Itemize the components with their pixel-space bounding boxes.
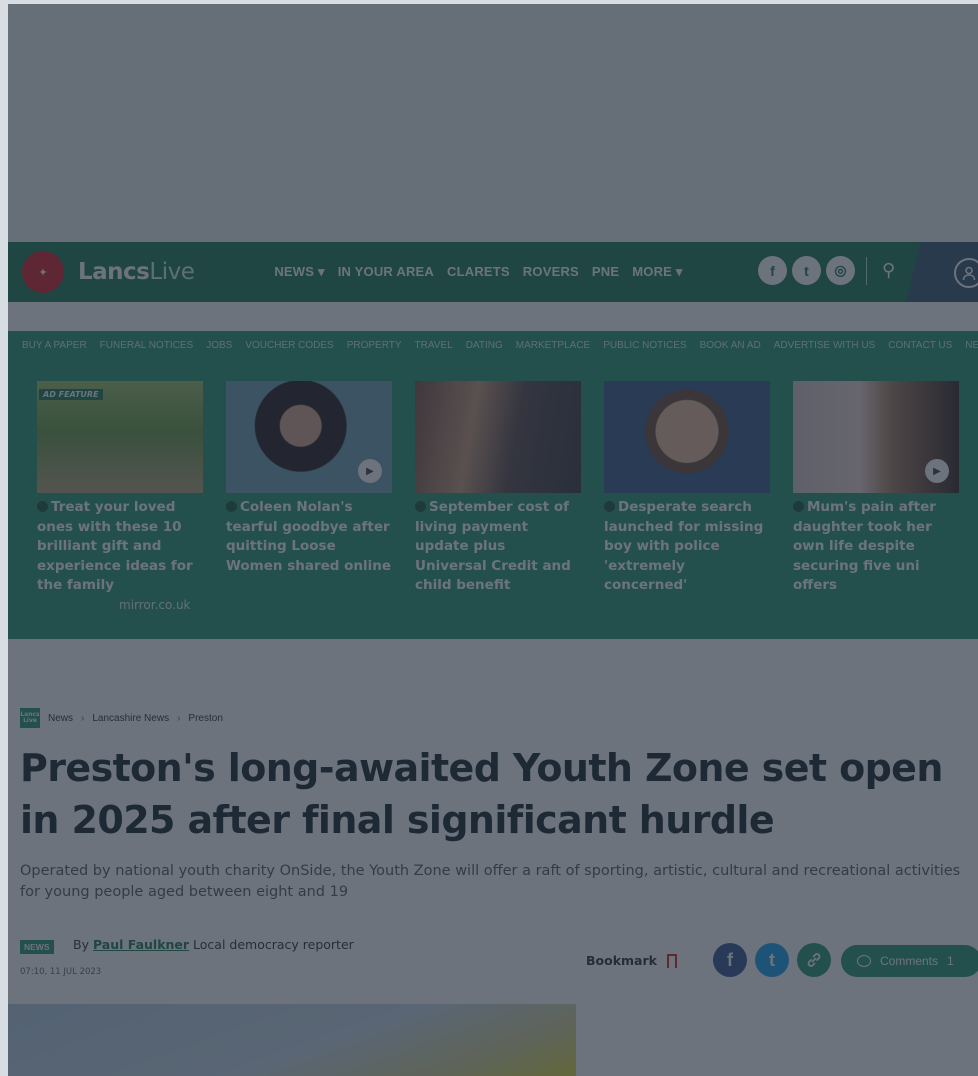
teaser-title[interactable]: Coleen Nolan's tearful goodbye after qui… — [226, 498, 392, 576]
teaser-image[interactable]: ▶ — [793, 381, 959, 493]
teaser-image[interactable] — [415, 381, 581, 493]
play-icon[interactable]: ▶ — [925, 459, 949, 483]
facebook-icon[interactable]: f — [758, 256, 787, 285]
hero-image[interactable] — [8, 1004, 576, 1076]
breadcrumb-separator: › — [81, 712, 85, 724]
share-buttons: f t — [713, 943, 831, 977]
teaser-image[interactable]: ▶ — [226, 381, 392, 493]
byline: By Paul Faulkner Local democracy reporte… — [73, 937, 354, 952]
twitter-share-icon[interactable]: t — [755, 943, 789, 977]
top-ad-slot — [8, 4, 978, 242]
site-logo[interactable]: LancsLive — [78, 259, 195, 285]
article-standfirst: Operated by national youth charity OnSid… — [20, 863, 961, 900]
bookmark-button[interactable]: Bookmark — [586, 953, 677, 968]
play-icon[interactable]: ▶ — [358, 459, 382, 483]
instagram-icon[interactable]: ◎ — [826, 256, 855, 285]
subnav-item[interactable]: CONTACT US — [888, 340, 952, 351]
comments-count: 1 — [947, 954, 954, 968]
sub-nav: BUY A PAPER FUNERAL NOTICES JOBS VOUCHER… — [8, 331, 978, 359]
breadcrumb: Lancs Live News › Lancashire News › Pres… — [20, 708, 223, 728]
bullet-icon — [415, 501, 426, 512]
teaser-strip: AD FEATURE Treat your loved ones with th… — [8, 359, 978, 639]
page: ✦ LancsLive NEWS ▾ IN YOUR AREA CLARETS … — [8, 4, 978, 1076]
bookmark-icon — [666, 953, 677, 968]
subnav-item[interactable]: JOBS — [206, 340, 232, 351]
top-nav-bar: ✦ LancsLive NEWS ▾ IN YOUR AREA CLARETS … — [8, 242, 978, 302]
author-role: Local democracy reporter — [193, 937, 354, 952]
breadcrumb-item[interactable]: Preston — [188, 713, 222, 724]
search-icon[interactable]: ⚲ — [882, 260, 895, 281]
category-badge[interactable]: NEWS — [20, 940, 54, 954]
subnav-item[interactable]: PUBLIC NOTICES — [603, 340, 686, 351]
logo-mark-icon[interactable]: ✦ — [22, 251, 64, 293]
subnav-item[interactable]: MARKETPLACE — [516, 340, 590, 351]
subnav-item[interactable]: PROPERTY — [347, 340, 402, 351]
teaser-title[interactable]: Mum's pain after daughter took her own l… — [793, 498, 959, 596]
nav-divider — [866, 256, 867, 285]
nav-item-pne[interactable]: PNE — [592, 264, 619, 280]
comments-button[interactable]: Comments 1 — [841, 945, 978, 977]
subnav-item[interactable]: NEWSLETTERS — [965, 340, 978, 351]
comments-label: Comments — [880, 954, 939, 968]
main-nav: NEWS ▾ IN YOUR AREA CLARETS ROVERS PNE M… — [274, 264, 682, 280]
social-links: f t ◎ ⚲ — [758, 256, 895, 285]
copy-link-icon[interactable] — [797, 943, 831, 977]
section-logo-icon[interactable]: Lancs Live — [20, 708, 40, 728]
teaser-image[interactable] — [604, 381, 770, 493]
article-headline: Preston's long-awaited Youth Zone set op… — [20, 746, 943, 842]
ad-feature-badge: AD FEATURE — [39, 389, 103, 400]
subnav-item[interactable]: FUNERAL NOTICES — [100, 340, 194, 351]
facebook-share-icon[interactable]: f — [713, 943, 747, 977]
nav-item-in-your-area[interactable]: IN YOUR AREA — [338, 264, 434, 280]
breadcrumb-separator: › — [177, 712, 181, 724]
author-link[interactable]: Paul Faulkner — [93, 937, 189, 952]
teaser-image[interactable]: AD FEATURE — [37, 381, 203, 493]
breadcrumb-item[interactable]: News — [48, 713, 73, 724]
teaser-card[interactable]: September cost of living payment update … — [415, 381, 581, 639]
subnav-item[interactable]: BOOK AN AD — [700, 340, 761, 351]
breadcrumb-item[interactable]: Lancashire News — [92, 713, 169, 724]
subnav-item[interactable]: TRAVEL — [415, 340, 453, 351]
bullet-icon — [604, 501, 615, 512]
sponsor-label[interactable]: mirror.co.uk — [119, 598, 203, 612]
nav-item-clarets[interactable]: CLARETS — [447, 264, 510, 280]
teaser-title[interactable]: Treat your loved ones with these 10 bril… — [37, 498, 203, 596]
bullet-icon — [793, 501, 804, 512]
nav-spacer — [8, 302, 978, 331]
teaser-title[interactable]: September cost of living payment update … — [415, 498, 581, 596]
nav-item-rovers[interactable]: ROVERS — [523, 264, 579, 280]
subnav-item[interactable]: DATING — [466, 340, 503, 351]
teaser-card[interactable]: ▶ Coleen Nolan's tearful goodbye after q… — [226, 381, 392, 639]
account-icon[interactable] — [954, 258, 978, 288]
bookmark-label: Bookmark — [586, 953, 657, 968]
teaser-card[interactable]: AD FEATURE Treat your loved ones with th… — [37, 381, 203, 639]
bullet-icon — [226, 501, 237, 512]
bullet-icon — [37, 501, 48, 512]
publish-date: 07:10, 11 JUL 2023 — [20, 967, 102, 977]
subnav-item[interactable]: BUY A PAPER — [22, 340, 87, 351]
nav-item-news[interactable]: NEWS ▾ — [274, 264, 324, 280]
byline-row: NEWS By Paul Faulkner Local democracy re… — [20, 934, 978, 984]
subnav-item[interactable]: VOUCHER CODES — [245, 340, 333, 351]
comment-bubble-icon — [857, 955, 871, 967]
twitter-icon[interactable]: t — [792, 256, 821, 285]
teaser-card[interactable]: Desperate search launched for missing bo… — [604, 381, 770, 639]
teaser-card[interactable]: ▶ Mum's pain after daughter took her own… — [793, 381, 959, 639]
teaser-title[interactable]: Desperate search launched for missing bo… — [604, 498, 770, 596]
nav-item-more[interactable]: MORE ▾ — [632, 264, 682, 280]
subnav-item[interactable]: ADVERTISE WITH US — [774, 340, 876, 351]
